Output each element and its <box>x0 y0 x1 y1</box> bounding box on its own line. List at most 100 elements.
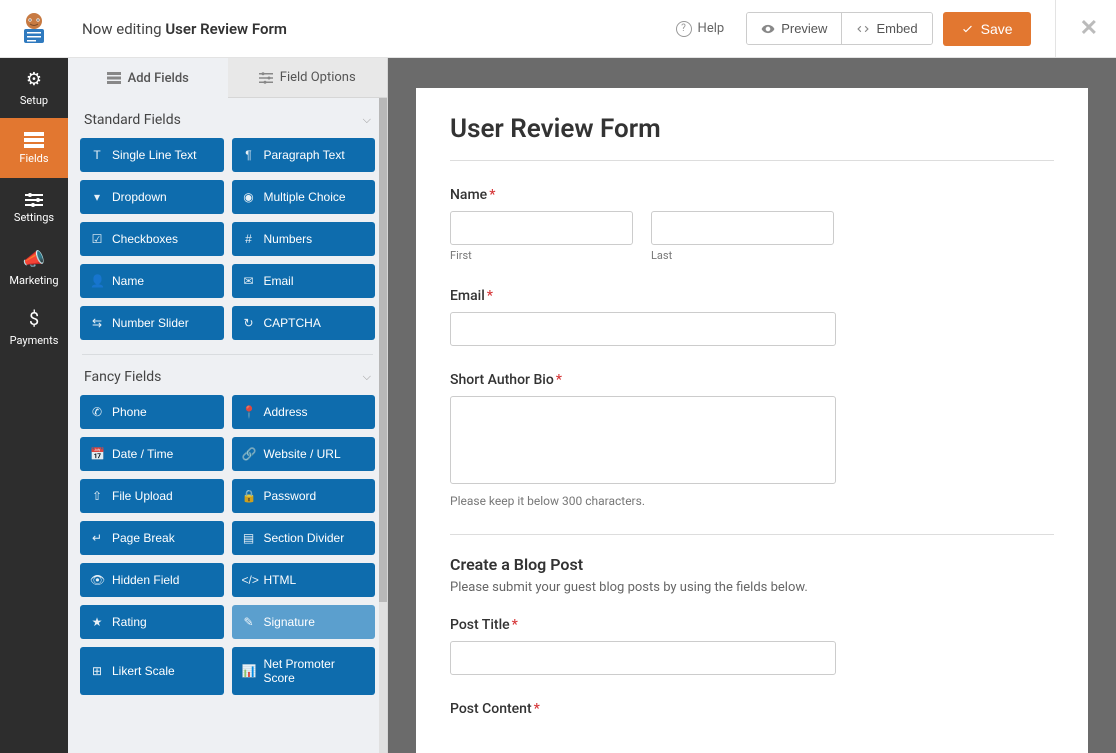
last-name-input[interactable] <box>651 211 834 245</box>
tab-add-fields[interactable]: Add Fields <box>68 58 228 98</box>
field-post-content[interactable]: Post Content* <box>450 701 1054 717</box>
field-type-website-url[interactable]: 🔗Website / URL <box>232 437 376 471</box>
section-standard-header[interactable]: Standard Fields ⌵ <box>78 98 377 138</box>
field-type-numbers[interactable]: #Numbers <box>232 222 376 256</box>
field-icon: ↻ <box>242 316 256 330</box>
field-type-likert-scale[interactable]: ⊞Likert Scale <box>80 647 224 695</box>
field-type-captcha[interactable]: ↻ CAPTCHA <box>232 306 376 340</box>
header-divider <box>1055 0 1056 58</box>
field-icon: ⇆ <box>90 316 104 330</box>
first-name-input[interactable] <box>450 211 633 245</box>
bio-hint: Please keep it below 300 characters. <box>450 494 1054 508</box>
field-type-date-time[interactable]: 📅Date / Time <box>80 437 224 471</box>
field-label: Name <box>112 274 144 288</box>
field-type-number-slider[interactable]: ⇆ Number Slider <box>80 306 224 340</box>
nav-payments[interactable]: $ Payments <box>0 298 68 358</box>
field-icon: 📍 <box>242 405 256 419</box>
field-type-signature[interactable]: ✎Signature <box>232 605 376 639</box>
tab-field-options[interactable]: Field Options <box>228 58 388 98</box>
preview-embed-group: Preview Embed <box>746 12 932 45</box>
field-label: Checkboxes <box>112 232 178 246</box>
field-type-html[interactable]: </>HTML <box>232 563 376 597</box>
field-section[interactable]: Create a Blog Post Please submit your gu… <box>450 534 1054 595</box>
field-type-email[interactable]: ✉Email <box>232 264 376 298</box>
field-post-title[interactable]: Post Title* <box>450 617 1054 675</box>
panel-scrollbar[interactable] <box>379 98 387 753</box>
help-icon: ? <box>676 21 692 37</box>
preview-label: Preview <box>781 21 827 36</box>
megaphone-icon: 📣 <box>23 249 45 270</box>
field-label: Numbers <box>264 232 313 246</box>
field-type-section-divider[interactable]: ▤Section Divider <box>232 521 376 555</box>
field-label: Number Slider <box>112 316 189 330</box>
help-link[interactable]: ? Help <box>676 21 725 37</box>
embed-button[interactable]: Embed <box>841 13 931 44</box>
field-icon: ◉ <box>242 190 256 204</box>
field-type-rating[interactable]: ★Rating <box>80 605 224 639</box>
field-type-page-break[interactable]: ↵Page Break <box>80 521 224 555</box>
post-content-label: Post Content* <box>450 701 1054 717</box>
save-label: Save <box>981 21 1013 37</box>
field-label: Password <box>264 489 317 503</box>
bio-textarea[interactable] <box>450 396 836 484</box>
field-bio[interactable]: Short Author Bio* Please keep it below 3… <box>450 372 1054 508</box>
field-label: CAPTCHA <box>264 316 321 330</box>
required-asterisk: * <box>487 288 493 304</box>
field-type-password[interactable]: 🔒 Password <box>232 479 376 513</box>
field-icon: ★ <box>90 615 104 629</box>
top-header: Now editing User Review Form ? Help Prev… <box>0 0 1116 58</box>
options-icon <box>259 72 273 84</box>
field-type-name[interactable]: 👤 Name <box>80 264 224 298</box>
field-type-address[interactable]: 📍Address <box>232 395 376 429</box>
left-nav: ⚙ Setup Fields Settings 📣 Marketing $ Pa… <box>0 58 68 753</box>
dollar-icon: $ <box>29 309 39 330</box>
post-title-input[interactable] <box>450 641 836 675</box>
nav-settings[interactable]: Settings <box>0 178 68 238</box>
nav-marketing-label: Marketing <box>9 274 58 287</box>
required-asterisk: * <box>489 187 495 203</box>
field-name[interactable]: Name* First Last <box>450 187 1054 262</box>
chevron-down-icon: ⌵ <box>363 370 371 384</box>
field-icon: T <box>90 148 104 162</box>
field-label: Email <box>264 274 294 288</box>
fancy-fields-grid: ✆Phone📍Address📅Date / Time🔗Website / URL… <box>78 395 377 695</box>
field-type-single-line-text[interactable]: T Single Line Text <box>80 138 224 172</box>
wpforms-logo-icon <box>16 11 52 47</box>
field-type-net-promoter-score[interactable]: 📊Net Promoter Score <box>232 647 376 695</box>
email-input[interactable] <box>450 312 836 346</box>
editing-form-name: User Review Form <box>165 20 287 38</box>
field-icon: 🔒 <box>242 489 256 503</box>
app-logo <box>0 0 68 58</box>
field-type-multiple-choice[interactable]: ◉Multiple Choice <box>232 180 376 214</box>
save-button[interactable]: Save <box>943 12 1031 46</box>
post-title-label: Post Title* <box>450 617 1054 633</box>
field-type-checkboxes[interactable]: ☑Checkboxes <box>80 222 224 256</box>
section-fancy-header[interactable]: Fancy Fields ⌵ <box>78 355 377 395</box>
field-label: Hidden Field <box>112 573 179 587</box>
field-label: File Upload <box>112 489 173 503</box>
field-email[interactable]: Email* <box>450 288 1054 346</box>
close-button[interactable]: ✕ <box>1080 16 1098 41</box>
field-type-file-upload[interactable]: ⇧File Upload <box>80 479 224 513</box>
field-label: Single Line Text <box>112 148 197 162</box>
canvas-area: User Review Form Name* First Last Email*… <box>388 58 1116 753</box>
field-icon: 👁 <box>90 573 104 587</box>
required-asterisk: * <box>556 372 562 388</box>
field-icon: 👤 <box>90 274 104 288</box>
field-icon: ✆ <box>90 405 104 419</box>
section-title: Create a Blog Post <box>450 555 1054 574</box>
nav-marketing[interactable]: 📣 Marketing <box>0 238 68 298</box>
field-type-phone[interactable]: ✆Phone <box>80 395 224 429</box>
panel-body: Standard Fields ⌵ T Single Line Text ¶Para… <box>68 98 387 753</box>
editing-label: Now editing User Review Form <box>68 20 676 38</box>
field-type-dropdown[interactable]: ▾Dropdown <box>80 180 224 214</box>
add-fields-icon <box>107 72 121 84</box>
field-label: Page Break <box>112 531 175 545</box>
form-page: User Review Form Name* First Last Email*… <box>416 88 1088 753</box>
field-label: Website / URL <box>264 447 341 461</box>
nav-setup[interactable]: ⚙ Setup <box>0 58 68 118</box>
preview-button[interactable]: Preview <box>747 13 841 44</box>
field-type-paragraph-text[interactable]: ¶Paragraph Text <box>232 138 376 172</box>
field-type-hidden-field[interactable]: 👁 Hidden Field <box>80 563 224 597</box>
nav-fields[interactable]: Fields <box>0 118 68 178</box>
